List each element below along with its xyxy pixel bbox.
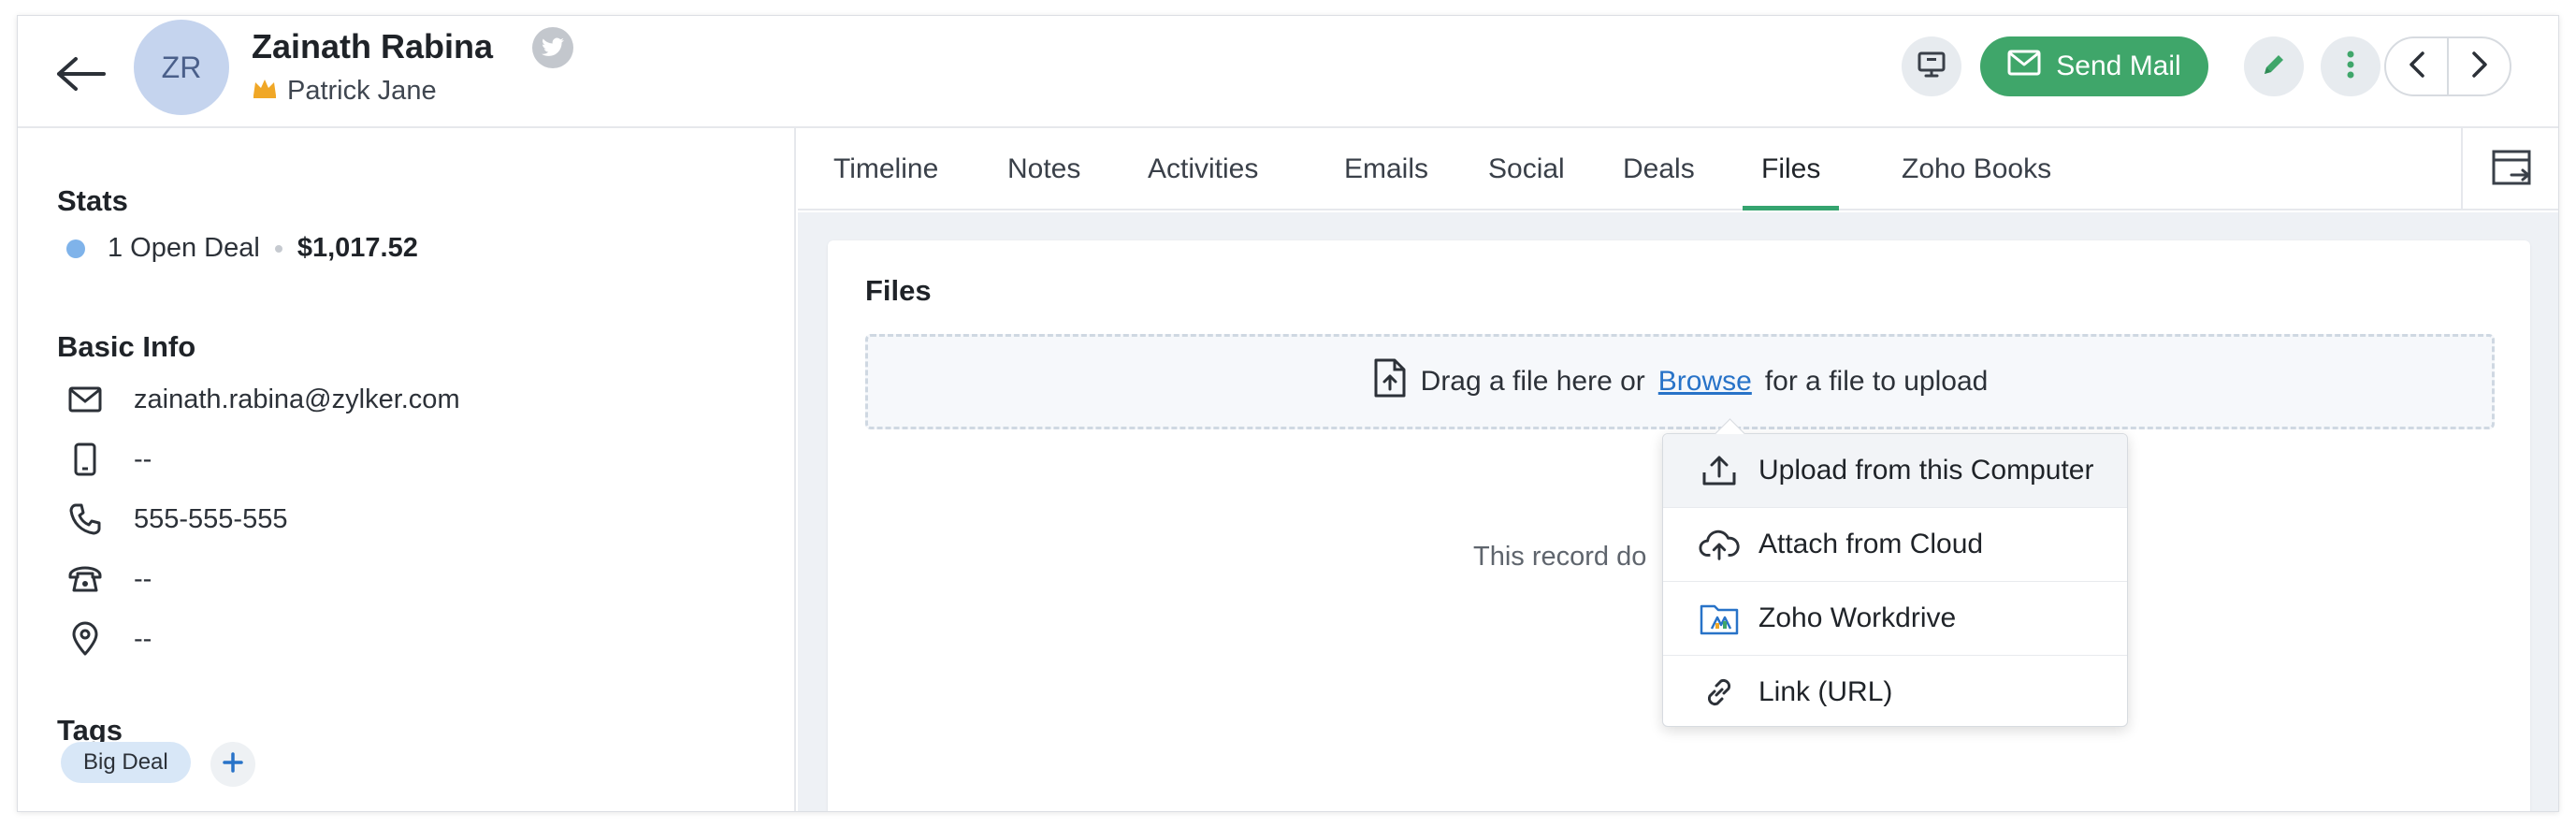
- record-detail-page: ZR Zainath Rabina Patrick Jane Send Mail: [17, 15, 2559, 812]
- menu-item-attach-cloud[interactable]: Attach from Cloud: [1663, 507, 2127, 580]
- empty-state-text: This record do: [1473, 542, 1647, 572]
- more-options-button[interactable]: [2321, 36, 2381, 96]
- related-list-tabs: Timeline Notes Activities Emails Social …: [798, 128, 2558, 210]
- sidebar: Stats 1 Open Deal $1,017.52 Basic Info z…: [18, 128, 796, 811]
- drop-text-after: for a file to upload: [1764, 366, 1989, 397]
- pencil-icon: [2260, 51, 2288, 83]
- present-screen-button[interactable]: [1902, 36, 1961, 96]
- crown-icon: [252, 76, 278, 107]
- files-title: Files: [865, 274, 932, 307]
- envelope-icon: [66, 381, 104, 418]
- open-deals-link[interactable]: 1 Open Deal: [108, 233, 260, 264]
- drop-text-before: Drag a file here or: [1420, 366, 1645, 397]
- tab-social[interactable]: Social: [1488, 128, 1565, 210]
- tag-chip[interactable]: Big Deal: [61, 742, 191, 783]
- mobile-value: --: [134, 443, 152, 474]
- back-arrow-icon[interactable]: [55, 53, 108, 94]
- menu-item-link-url[interactable]: Link (URL): [1663, 655, 2127, 728]
- address-row: --: [66, 620, 152, 658]
- menu-item-zoho-workdrive[interactable]: Zoho Workdrive: [1663, 581, 2127, 654]
- mobile-phone-icon: [66, 441, 104, 478]
- deal-amount: $1,017.52: [297, 233, 418, 263]
- record-name: Zainath Rabina: [252, 27, 494, 65]
- location-pin-icon: [66, 620, 104, 658]
- layout-toggle-button[interactable]: [2461, 128, 2558, 210]
- link-icon: [1699, 672, 1740, 713]
- phone-row: 555-555-555: [66, 501, 287, 538]
- mail-icon: [2007, 50, 2041, 83]
- previous-record-button[interactable]: [2386, 38, 2447, 94]
- tab-activities[interactable]: Activities: [1148, 128, 1258, 210]
- tab-timeline[interactable]: Timeline: [833, 128, 938, 210]
- separator-dot: [274, 244, 282, 253]
- next-record-button[interactable]: [2447, 38, 2510, 94]
- plus-icon: [222, 751, 244, 778]
- browse-link[interactable]: Browse: [1658, 366, 1752, 398]
- menu-item-label: Attach from Cloud: [1758, 528, 1984, 559]
- address-value: --: [134, 623, 152, 654]
- home-phone-value: --: [134, 563, 152, 594]
- upload-icon: [1699, 450, 1740, 491]
- chevron-right-icon: [2471, 51, 2488, 83]
- menu-item-label: Zoho Workdrive: [1758, 602, 1957, 633]
- upload-options-menu: Upload from this Computer Attach from Cl…: [1662, 433, 2128, 727]
- add-tag-button[interactable]: [210, 742, 255, 787]
- owner-name: Patrick Jane: [287, 76, 437, 106]
- send-mail-button[interactable]: Send Mail: [1980, 36, 2208, 96]
- telephone-icon: [66, 560, 104, 598]
- file-dropzone[interactable]: Drag a file here or Browse for a file to…: [865, 334, 2495, 429]
- menu-item-label: Upload from this Computer: [1758, 455, 2094, 486]
- email-value[interactable]: zainath.rabina@zylker.com: [134, 384, 460, 415]
- tab-emails[interactable]: Emails: [1344, 128, 1428, 210]
- workdrive-icon: [1699, 598, 1740, 639]
- record-header: ZR Zainath Rabina Patrick Jane Send Mail: [18, 16, 2558, 128]
- menu-item-upload-computer[interactable]: Upload from this Computer: [1663, 434, 2127, 507]
- avatar: ZR: [134, 20, 229, 115]
- deal-status-dot: [66, 239, 85, 258]
- menu-item-label: Link (URL): [1758, 675, 1893, 707]
- record-owner: Patrick Jane: [252, 76, 437, 107]
- phone-icon: [66, 501, 104, 538]
- tab-zoho-books[interactable]: Zoho Books: [1902, 128, 2051, 210]
- tab-deals[interactable]: Deals: [1623, 128, 1695, 210]
- send-mail-label: Send Mail: [2056, 51, 2181, 81]
- record-navigation: [2384, 36, 2511, 96]
- edit-button[interactable]: [2244, 36, 2304, 96]
- tab-files[interactable]: Files: [1742, 128, 1840, 210]
- basic-info-title: Basic Info: [57, 330, 196, 363]
- tab-notes[interactable]: Notes: [1007, 128, 1080, 210]
- email-row: zainath.rabina@zylker.com: [66, 381, 460, 418]
- phone-value[interactable]: 555-555-555: [134, 504, 287, 535]
- more-vertical-icon: [2346, 50, 2355, 84]
- chevron-left-icon: [2409, 51, 2425, 83]
- file-upload-icon: [1372, 357, 1408, 406]
- stats-summary: 1 Open Deal $1,017.52: [66, 233, 418, 264]
- panel-layout-icon: [2491, 147, 2532, 193]
- home-phone-row: --: [66, 560, 152, 598]
- monitor-icon: [1917, 51, 1946, 83]
- cloud-upload-icon: [1699, 524, 1740, 565]
- twitter-icon[interactable]: [532, 27, 573, 68]
- stats-title: Stats: [57, 184, 128, 217]
- mobile-row: --: [66, 441, 152, 478]
